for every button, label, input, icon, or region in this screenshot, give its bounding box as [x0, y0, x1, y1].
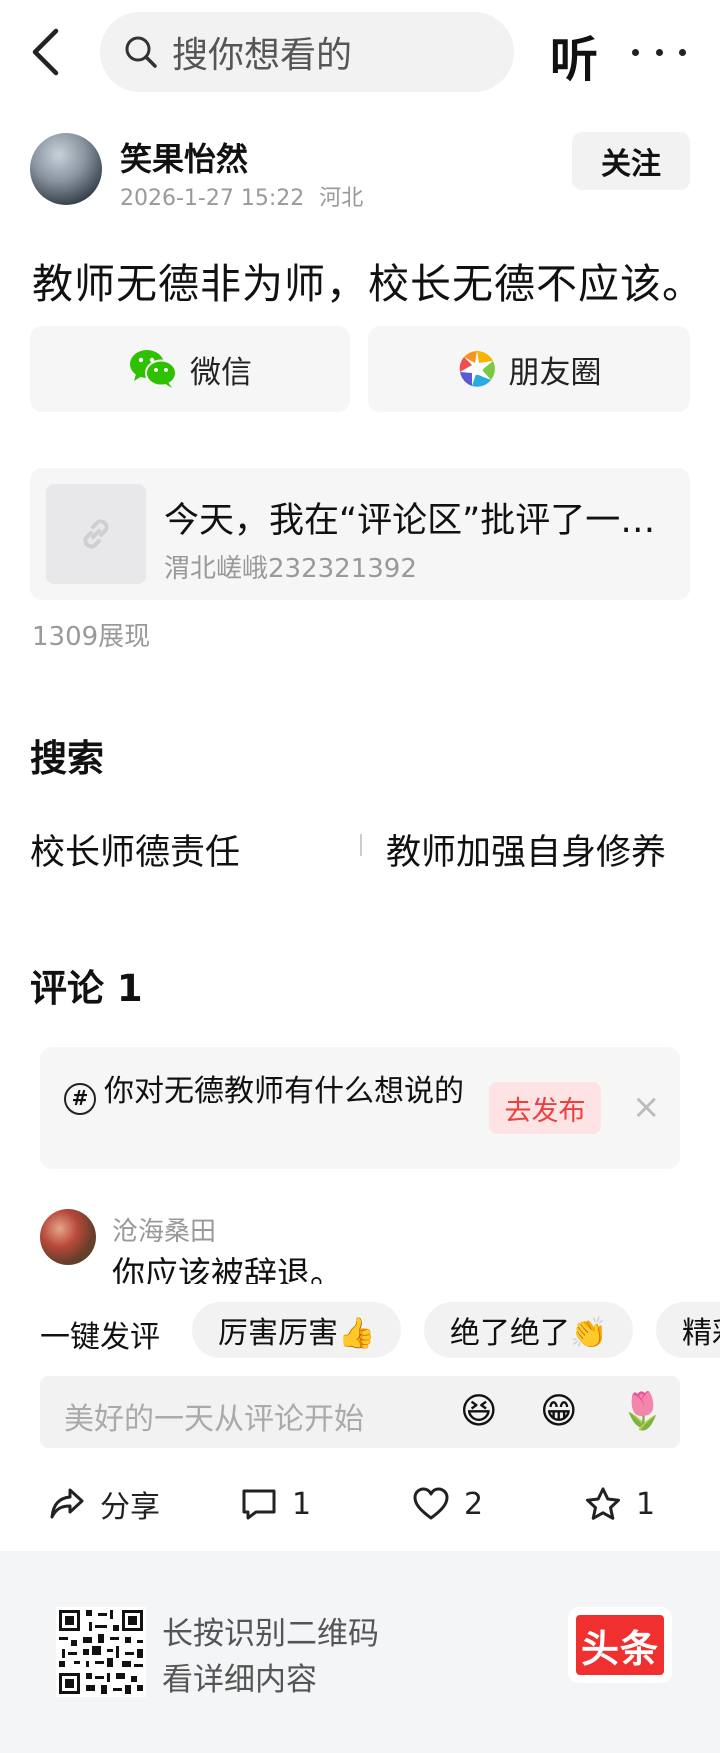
comment-prompt-card: # 你对无德教师有什么想说的 去发布 × [40, 1047, 680, 1169]
qr-code[interactable] [56, 1607, 146, 1697]
more-dot-icon [655, 48, 663, 56]
more-dot-icon [679, 48, 686, 56]
quick-reply-chip[interactable]: 精彩 [656, 1302, 720, 1358]
search-suggestion[interactable]: 教师加强自身修养 [386, 824, 686, 875]
like-count: 2 [464, 1486, 484, 1522]
moments-icon [457, 349, 497, 389]
favorite-action[interactable]: 1 [584, 1476, 655, 1532]
post-content: 教师无德非为师，校长无德不应该。 [32, 260, 704, 308]
publish-button[interactable]: 去发布 [489, 1082, 601, 1134]
toutiao-logo: 头条 [576, 1615, 664, 1675]
commenter-name[interactable]: 沧海桑田 [112, 1211, 216, 1248]
heart-icon [413, 1487, 449, 1520]
view-count: 1309展现 [32, 622, 151, 652]
back-arrow-icon [32, 28, 59, 76]
comment-item: 你应该被辞退。 [112, 1252, 672, 1284]
qr-hint-line2: 看详细内容 [162, 1662, 317, 1698]
favorite-count: 1 [636, 1486, 656, 1522]
like-action[interactable]: 2 [412, 1476, 483, 1532]
search-bar[interactable]: 搜你想看的 [100, 12, 514, 92]
comment-input[interactable]: 美好的一天从评论开始 😆 😁 🌷 [40, 1376, 680, 1448]
link-source: 渭北嵯峨232321392 [164, 554, 417, 584]
search-suggestion[interactable]: 校长师德责任 [30, 824, 330, 875]
grinning-emoji-icon[interactable]: 😁 [540, 1390, 578, 1434]
post-meta: 2026-1-27 15:22 河北 [120, 180, 363, 212]
action-bar: 分享 1 2 1 [0, 1476, 720, 1532]
comment-text: 你应该被辞退。 [112, 1254, 343, 1284]
share-moments-button[interactable]: 朋友圈 [368, 326, 690, 412]
comment-count: 1 [292, 1486, 312, 1522]
search-icon [125, 36, 157, 68]
more-dot-icon [632, 48, 639, 56]
post-datetime: 2026-1-27 15:22 [120, 186, 305, 211]
close-icon[interactable]: × [632, 1087, 661, 1127]
top-bar: 搜你想看的 听 [0, 0, 720, 104]
laughing-emoji-icon[interactable]: 😆 [460, 1390, 498, 1434]
share-icon [50, 1488, 84, 1519]
comment-action[interactable]: 1 [240, 1476, 311, 1532]
author-avatar[interactable] [30, 133, 102, 205]
share-wechat-label: 微信 [190, 354, 252, 391]
wechat-icon [128, 348, 178, 390]
comment-prompt: # 你对无德教师有什么想说的 [64, 1069, 464, 1115]
share-action[interactable]: 分享 [48, 1476, 160, 1532]
quick-reply-chip[interactable]: 绝了绝了👏 [424, 1302, 634, 1358]
back-button[interactable] [30, 22, 78, 82]
search-placeholder: 搜你想看的 [172, 35, 353, 76]
link-card[interactable]: 今天，我在“评论区”批评了一个无良校长 渭北嵯峨232321392 [30, 468, 690, 600]
link-title: 今天，我在“评论区”批评了一个无良校长 [164, 501, 674, 541]
share-action-label: 分享 [100, 1490, 160, 1525]
share-moments-label: 朋友圈 [508, 354, 602, 391]
link-icon [83, 519, 109, 549]
comments-title: 评论 1 [30, 967, 143, 1010]
qr-hint: 长按识别二维码 看详细内容 [162, 1611, 379, 1703]
listen-button[interactable]: 听 [550, 20, 598, 90]
share-wechat-button[interactable]: 微信 [30, 326, 350, 412]
flower-emoji-icon[interactable]: 🌷 [620, 1390, 665, 1434]
quick-reply-bar: 一键发评 厉害厉害👍 绝了绝了👏 精彩 [0, 1302, 720, 1362]
search-section-title: 搜索 [30, 737, 104, 780]
follow-button[interactable]: 关注 [572, 132, 690, 190]
comment-input-placeholder: 美好的一天从评论开始 [64, 1402, 364, 1437]
more-options-button[interactable] [632, 32, 686, 72]
hashtag-icon: # [64, 1082, 96, 1115]
post-location: 河北 [319, 186, 364, 211]
comment-icon [242, 1489, 276, 1520]
qr-hint-line1: 长按识别二维码 [162, 1616, 379, 1652]
footer-banner: 长按识别二维码 看详细内容 头条 [0, 1551, 720, 1753]
link-thumbnail [46, 484, 146, 584]
suggestion-divider [360, 834, 362, 856]
comment-prompt-text: 你对无德教师有什么想说的 [104, 1074, 464, 1109]
quick-reply-chip[interactable]: 厉害厉害👍 [192, 1302, 402, 1358]
commenter-avatar[interactable] [40, 1209, 96, 1265]
author-name[interactable]: 笑果怡然 [120, 134, 248, 180]
quick-reply-label: 一键发评 [40, 1320, 160, 1355]
star-icon [586, 1487, 620, 1520]
